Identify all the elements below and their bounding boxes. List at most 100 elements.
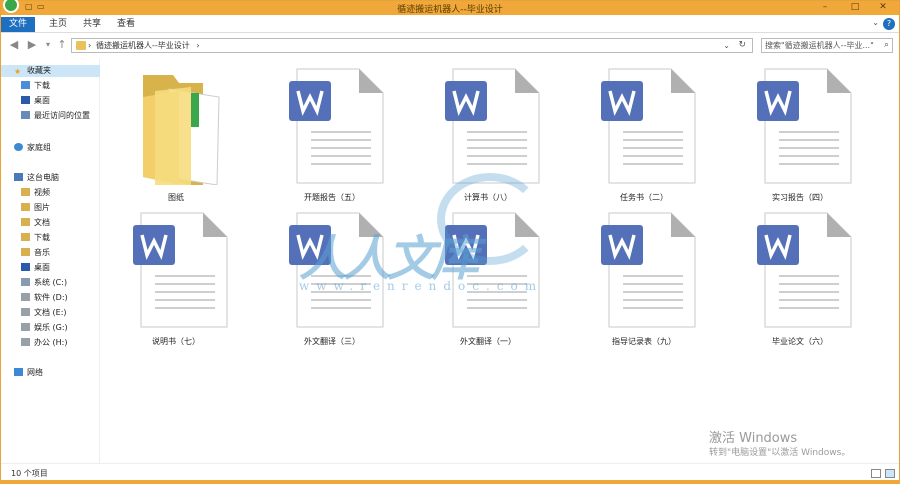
sidebar-item-pc-downloads[interactable]: 下载 xyxy=(21,232,50,244)
file-label: 实习报告（四） xyxy=(772,193,828,202)
sidebar-item-drive-h[interactable]: 办公 (H:) xyxy=(21,337,68,349)
word-document-icon xyxy=(601,68,696,184)
sidebar-item-network[interactable]: 网络 xyxy=(14,367,43,379)
minimize-button[interactable]: – xyxy=(811,1,839,13)
sidebar-item-homegroup[interactable]: 家庭组 xyxy=(14,142,51,154)
sidebar-item-drive-g[interactable]: 娱乐 (G:) xyxy=(21,322,68,334)
file-label: 毕业论文（六） xyxy=(772,337,828,346)
navigation-pane: ★ 收藏夹 下载 桌面 最近访问的位置 家庭组 这台电脑 视频 图片 文档 下载 … xyxy=(1,59,100,463)
search-icon: ⌕ xyxy=(883,40,889,50)
file-item-doc[interactable]: 毕业论文（六） xyxy=(735,203,865,353)
word-document-icon xyxy=(757,68,852,184)
file-item-doc[interactable]: 实习报告（四） xyxy=(735,59,865,209)
address-sep: › xyxy=(88,41,92,50)
ribbon: 文件 主页 共享 查看 ⌄ ? xyxy=(1,15,899,33)
drive-icon xyxy=(21,338,30,346)
tab-file[interactable]: 文件 xyxy=(1,17,35,32)
file-label: 外文翻译（一） xyxy=(460,337,516,346)
taskbar-edge xyxy=(0,480,900,484)
word-document-icon xyxy=(289,212,384,328)
file-item-doc[interactable]: 指导记录表（九） xyxy=(579,203,709,353)
file-label: 外文翻译（三） xyxy=(304,337,360,346)
search-placeholder: 搜索"循迹搬运机器人--毕业..." xyxy=(765,41,874,50)
sidebar-item-downloads[interactable]: 下载 xyxy=(21,80,50,92)
sidebar-item-recent[interactable]: 最近访问的位置 xyxy=(21,110,90,122)
details-view-icon[interactable] xyxy=(871,469,881,478)
up-icon[interactable]: ↑ xyxy=(55,38,69,52)
address-bar[interactable]: › 循迹搬运机器人--毕业设计 › ⌄ ↻ xyxy=(71,38,753,53)
word-document-icon xyxy=(445,68,540,184)
documents-icon xyxy=(21,218,30,226)
folder-icon xyxy=(76,41,86,50)
download-icon xyxy=(21,233,30,241)
file-label: 任务书（二） xyxy=(620,193,668,202)
star-icon: ★ xyxy=(14,67,22,76)
desktop-icon xyxy=(21,263,30,271)
search-input[interactable]: 搜索"循迹搬运机器人--毕业..." ⌕ xyxy=(761,38,893,53)
refresh-icon[interactable]: ↻ xyxy=(738,39,746,52)
address-path: 循迹搬运机器人--毕业设计 xyxy=(96,41,190,50)
help-icon[interactable]: ? xyxy=(883,18,895,30)
video-icon xyxy=(21,188,30,196)
file-label: 开题报告（五） xyxy=(304,193,360,202)
activation-subtitle: 转到"电脑设置"以激活 Windows。 xyxy=(709,448,851,458)
network-icon xyxy=(14,368,23,376)
address-sep-end: › xyxy=(196,41,200,50)
tab-share[interactable]: 共享 xyxy=(75,17,109,32)
computer-icon xyxy=(14,173,23,181)
sidebar-item-pictures[interactable]: 图片 xyxy=(21,202,50,214)
pictures-icon xyxy=(21,203,30,211)
file-label: 计算书（八） xyxy=(464,193,512,202)
tab-home[interactable]: 主页 xyxy=(41,17,75,32)
file-item-doc[interactable]: 外文翻译（一） xyxy=(423,203,553,353)
file-label: 说明书（七） xyxy=(152,337,200,346)
drive-icon xyxy=(21,323,30,331)
file-label: 指导记录表（九） xyxy=(612,337,676,346)
sidebar-item-drive-d[interactable]: 软件 (D:) xyxy=(21,292,68,304)
window-title: 循迹搬运机器人--毕业设计 xyxy=(397,5,503,15)
sidebar-item-favorites[interactable]: ★ 收藏夹 xyxy=(1,65,100,77)
large-icons-view-icon[interactable] xyxy=(885,469,895,478)
maximize-button[interactable]: □ xyxy=(841,1,869,13)
file-label: 图纸 xyxy=(168,193,184,202)
ribbon-expand-icon[interactable]: ⌄ xyxy=(872,18,879,27)
recent-places-icon xyxy=(21,111,30,119)
drive-icon xyxy=(21,278,30,286)
folder-icon xyxy=(143,75,220,185)
sidebar-item-pc-desktop[interactable]: 桌面 xyxy=(21,262,50,274)
tab-view[interactable]: 查看 xyxy=(109,17,143,32)
file-item-doc[interactable]: 任务书（二） xyxy=(579,59,709,209)
word-document-icon xyxy=(289,68,384,184)
drive-icon xyxy=(21,308,30,316)
explorer-window: ▢ ▭ 循迹搬运机器人--毕业设计 – □ ✕ 文件 主页 共享 查看 ⌄ ? … xyxy=(0,0,900,484)
sidebar-item-drive-e[interactable]: 文档 (E:) xyxy=(21,307,67,319)
desktop-icon xyxy=(21,96,30,104)
sidebar-item-documents[interactable]: 文档 xyxy=(21,217,50,229)
forward-icon[interactable]: ▶ xyxy=(25,38,39,52)
file-item-doc[interactable]: 计算书（八） xyxy=(423,59,553,209)
sidebar-item-videos[interactable]: 视频 xyxy=(21,187,50,199)
sidebar-item-this-pc[interactable]: 这台电脑 xyxy=(14,172,59,184)
file-item-doc[interactable]: 说明书（七） xyxy=(111,203,241,353)
word-document-icon xyxy=(601,212,696,328)
activation-title: 激活 Windows xyxy=(709,431,798,446)
address-row: ◀ ▶ ▾ ↑ › 循迹搬运机器人--毕业设计 › ⌄ ↻ 搜索"循迹搬运机器人… xyxy=(1,34,899,56)
back-icon[interactable]: ◀ xyxy=(7,38,21,52)
drive-icon xyxy=(21,293,30,301)
music-icon xyxy=(21,248,30,256)
close-button[interactable]: ✕ xyxy=(869,1,897,13)
recent-dropdown-icon[interactable]: ▾ xyxy=(41,38,55,52)
file-item-doc[interactable]: 外文翻译（三） xyxy=(267,203,397,353)
word-document-icon xyxy=(133,212,228,328)
sidebar-item-drive-c[interactable]: 系统 (C:) xyxy=(21,277,67,289)
homegroup-icon xyxy=(14,143,23,151)
word-document-icon xyxy=(445,212,540,328)
sidebar-item-music[interactable]: 音乐 xyxy=(21,247,50,259)
address-dropdown-icon[interactable]: ⌄ xyxy=(723,39,730,52)
word-document-icon xyxy=(757,212,852,328)
title-bar[interactable]: ▢ ▭ 循迹搬运机器人--毕业设计 – □ ✕ xyxy=(1,0,899,15)
file-item-folder[interactable]: 图纸 xyxy=(111,59,241,209)
sidebar-item-desktop[interactable]: 桌面 xyxy=(21,95,50,107)
file-item-doc[interactable]: 开题报告（五） xyxy=(267,59,397,209)
download-icon xyxy=(21,81,30,89)
